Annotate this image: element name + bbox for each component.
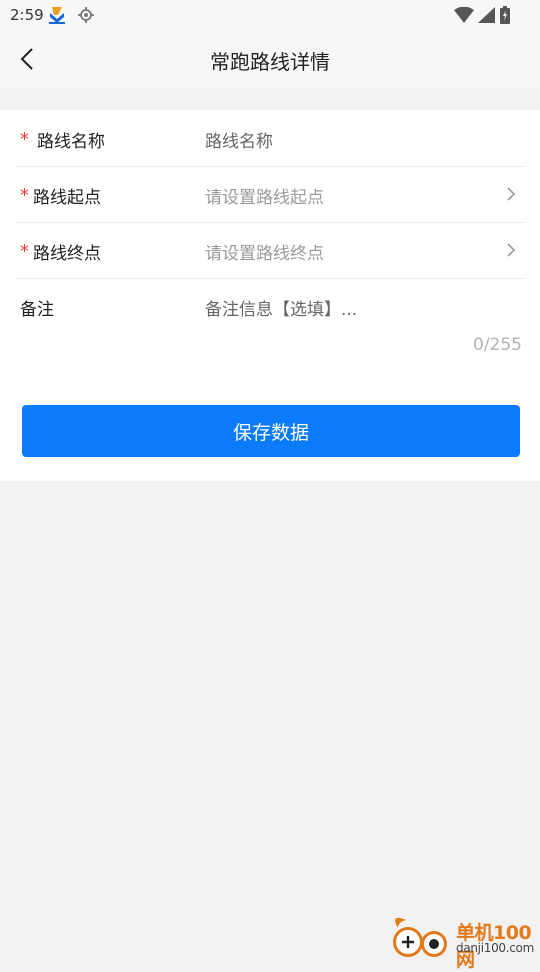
signal-icon <box>478 7 495 23</box>
char-counter: 0/255 <box>473 335 522 355</box>
required-marker: * <box>20 241 29 262</box>
save-button[interactable]: 保存数据 <box>22 405 520 457</box>
start-point-label-group: * 路线起点 <box>20 183 101 208</box>
end-point-row[interactable]: * 路线终点 请设置路线终点 <box>14 222 526 279</box>
route-name-row[interactable]: * 路线名称 路线名称 <box>14 110 526 167</box>
start-point-row[interactable]: * 路线起点 请设置路线起点 <box>14 166 526 223</box>
notes-label: 备注 <box>20 300 54 320</box>
route-form: * 路线名称 路线名称 * 路线起点 请设置路线起点 * 路线终点 请设置路线终… <box>0 110 540 481</box>
start-point-label: 路线起点 <box>33 188 101 208</box>
start-point-input[interactable]: 请设置路线起点 <box>205 183 324 208</box>
watermark: 单机100网 danji100.com <box>388 916 538 971</box>
route-name-label: 路线名称 <box>37 132 105 152</box>
nav-bar: 常跑路线详情 <box>0 30 540 88</box>
status-bar: 2:59 <box>0 0 540 30</box>
wifi-icon <box>454 7 474 23</box>
page-title: 常跑路线详情 <box>210 50 330 74</box>
required-marker: * <box>20 129 29 150</box>
location-icon <box>78 7 94 23</box>
end-point-label: 路线终点 <box>33 244 101 264</box>
notes-row: 备注 备注信息【选填】... 0/255 <box>14 278 526 378</box>
chevron-right-icon <box>507 187 516 201</box>
route-name-label-group: * 路线名称 <box>20 127 105 152</box>
status-time: 2:59 <box>10 6 44 24</box>
watermark-logo-icon <box>393 917 447 957</box>
app-notification-icon <box>49 7 65 24</box>
status-indicators <box>454 6 510 24</box>
notes-textarea[interactable]: 备注信息【选填】... <box>205 295 357 320</box>
watermark-url: danji100.com <box>456 941 534 955</box>
route-name-input[interactable]: 路线名称 <box>205 127 273 152</box>
required-marker: * <box>20 185 29 206</box>
end-point-label-group: * 路线终点 <box>20 239 101 264</box>
battery-icon <box>500 6 510 24</box>
end-point-input[interactable]: 请设置路线终点 <box>205 239 324 264</box>
chevron-right-icon <box>507 243 516 257</box>
